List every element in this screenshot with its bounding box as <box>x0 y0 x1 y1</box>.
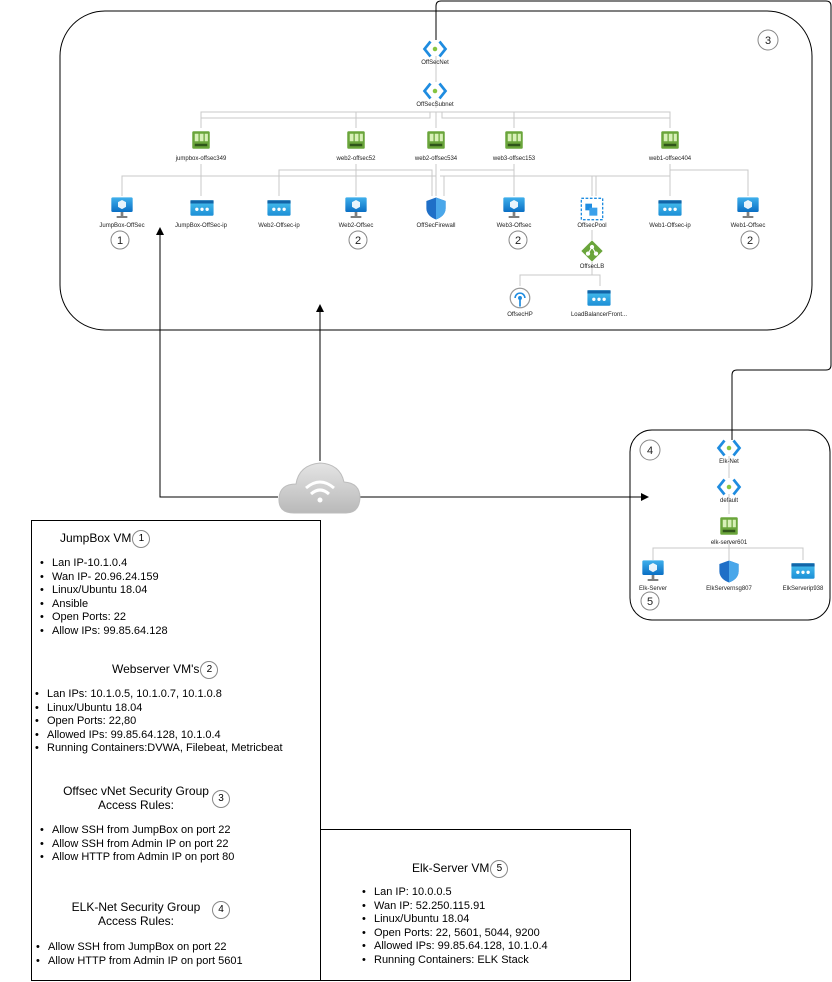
elk-container-badge: 4 <box>639 439 661 461</box>
list-item: Allow SSH from JumpBox on port 22 <box>34 941 243 955</box>
node-label: OffsecHP <box>507 312 533 318</box>
node-label: Elk-Server <box>639 586 667 592</box>
list-item: Linux/Ubuntu 18.04 <box>33 702 283 716</box>
node-label: jumpbox-offsec349 <box>175 156 227 162</box>
elk-server-badge: 5 <box>490 860 509 878</box>
node-label: web3-offsec153 <box>492 156 536 162</box>
node-badge: 2 <box>348 230 368 250</box>
network-interface-icon <box>192 131 210 149</box>
jumpbox-list: Lan IP-10.1.0.4 Wan IP- 20.96.24.159 Lin… <box>38 557 168 639</box>
node-label: ElkServerip938 <box>783 586 824 592</box>
svg-text:2: 2 <box>355 235 361 247</box>
list-item: Running Containers: ELK Stack <box>360 954 548 968</box>
node-label: Web1-Offsec-ip <box>649 223 691 229</box>
frontend-ip-icon <box>587 290 611 306</box>
list-item: Open Ports: 22 <box>38 611 168 625</box>
offsec-container-badge: 3 <box>757 29 779 51</box>
list-item: Ansible <box>38 598 168 612</box>
list-item: Allow HTTP from Admin IP on port 5601 <box>34 955 243 969</box>
node-badge: 1 <box>110 230 130 250</box>
list-item: Running Containers:DVWA, Filebeat, Metri… <box>33 742 283 756</box>
elk-nsg-title-line1: ELK-Net Security Group <box>71 900 201 914</box>
list-item: Open Ports: 22,80 <box>33 715 283 729</box>
webservers-badge: 2 <box>200 661 219 679</box>
offsec-nsg-title: Offsec vNet Security Group Access Rules: <box>60 784 212 812</box>
node-label: OffSecFirewall <box>417 223 456 229</box>
network-interface-icon <box>661 131 679 149</box>
elk-nsg-title: ELK-Net Security Group Access Rules: <box>60 900 212 928</box>
list-item: Allow IPs: 99.85.64.128 <box>38 625 168 639</box>
node-label: OffsecLB <box>580 264 605 270</box>
node-label: Web2-Offsec <box>339 223 374 229</box>
node-label: OffSecSubnet <box>416 102 454 108</box>
public-ip-icon <box>791 563 815 579</box>
node-label: LoadBalancerFront... <box>571 312 627 318</box>
list-item: Lan IPs: 10.1.0.5, 10.1.0.7, 10.1.0.8 <box>33 688 283 702</box>
svg-text:2: 2 <box>747 235 753 247</box>
svg-text:1: 1 <box>117 235 123 247</box>
list-item: Linux/Ubuntu 18.04 <box>38 584 168 598</box>
node-label: Elk-Net <box>719 459 739 465</box>
webservers-list: Lan IPs: 10.1.0.5, 10.1.0.7, 10.1.0.8 Li… <box>33 688 283 756</box>
node-label: default <box>720 498 738 504</box>
list-item: Wan IP- 20.96.24.159 <box>38 571 168 585</box>
elk-server-title: Elk-Server VM 5 <box>412 860 509 878</box>
jumpbox-title-text: JumpBox VM <box>60 531 132 546</box>
list-item: Linux/Ubuntu 18.04 <box>360 913 548 927</box>
elk-server-list: Lan IP: 10.0.0.5 Wan IP: 52.250.115.91 L… <box>360 886 548 968</box>
offsec-nsg-title-line2: Access Rules: <box>97 798 175 812</box>
node-label: elk-server601 <box>711 540 748 546</box>
public-ip-icon <box>658 200 682 216</box>
list-item: Lan IP-10.1.0.4 <box>38 557 168 571</box>
list-item: Allowed IPs: 99.85.64.128, 10.1.0.4 <box>33 729 283 743</box>
webservers-title-text: Webserver VM's <box>112 662 200 677</box>
node-badge: 2 <box>740 230 760 250</box>
internet-cloud-icon <box>278 462 361 514</box>
node-label: JumpBox-OffSec <box>99 223 144 229</box>
svg-text:3: 3 <box>765 35 771 47</box>
offsec-nsg-title-line1: Offsec vNet Security Group <box>63 784 209 798</box>
node-label: JumpBox-OffSec-ip <box>175 223 228 229</box>
offsec-nsg-badge: 3 <box>212 790 230 808</box>
node-label: OffSecNet <box>421 60 449 66</box>
node-label: web1-offsec404 <box>648 156 692 162</box>
svg-text:2: 2 <box>515 235 521 247</box>
svg-text:4: 4 <box>647 445 653 457</box>
list-item: Allow HTTP from Admin IP on port 80 <box>38 851 234 865</box>
webservers-title: Webserver VM's 2 <box>112 661 219 679</box>
network-interface-icon <box>427 131 445 149</box>
node-badge: 2 <box>508 230 528 250</box>
jumpbox-badge: 1 <box>132 530 151 548</box>
node-label: web2-offsec534 <box>414 156 458 162</box>
network-interface-icon <box>720 517 738 535</box>
public-ip-icon <box>190 200 214 216</box>
node-label: ElkServernsg807 <box>706 586 752 592</box>
offsec-nsg-list: Allow SSH from JumpBox on port 22 Allow … <box>38 824 234 865</box>
node-badge: 5 <box>640 591 660 611</box>
list-item: Wan IP: 52.250.115.91 <box>360 900 548 914</box>
node-label: Web1-Offsec <box>731 223 766 229</box>
list-item: Open Ports: 22, 5601, 5044, 9200 <box>360 927 548 941</box>
elk-nsg-list: Allow SSH from JumpBox on port 22 Allow … <box>34 941 243 968</box>
list-item: Allow SSH from JumpBox on port 22 <box>38 824 234 838</box>
svg-text:5: 5 <box>647 596 653 608</box>
public-ip-icon <box>267 200 291 216</box>
network-interface-icon <box>505 131 523 149</box>
node-label: OffsecPool <box>577 223 606 229</box>
list-item: Allowed IPs: 99.85.64.128, 10.1.0.4 <box>360 940 548 954</box>
jumpbox-title: JumpBox VM 1 <box>60 530 151 548</box>
node-label: Web2-Offsec-ip <box>258 223 300 229</box>
elk-nsg-badge: 4 <box>212 901 230 919</box>
node-label: Web3-Offsec <box>497 223 532 229</box>
elk-server-title-text: Elk-Server VM <box>412 861 490 876</box>
list-item: Allow SSH from Admin IP on port 22 <box>38 838 234 852</box>
network-interface-icon <box>347 131 365 149</box>
list-item: Lan IP: 10.0.0.5 <box>360 886 548 900</box>
node-label: web2-offsec52 <box>336 156 377 162</box>
elk-nsg-title-line2: Access Rules: <box>97 914 175 928</box>
